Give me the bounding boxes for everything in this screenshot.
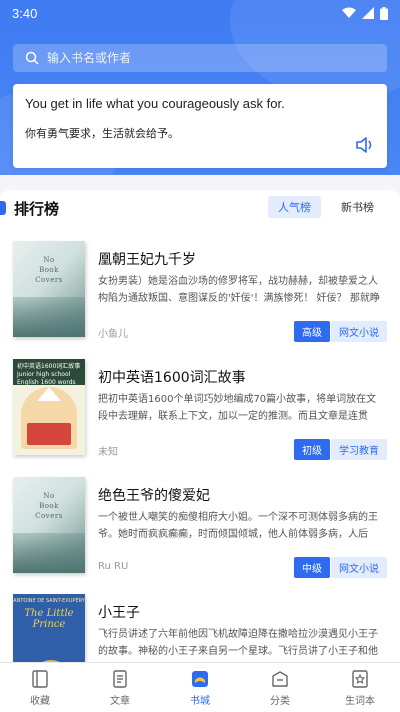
book-author: Ru RU <box>98 561 129 572</box>
signal-icon <box>362 7 374 19</box>
book-cover: No Book Covers <box>13 477 85 573</box>
book-title: 初中英语1600词汇故事 <box>98 370 246 386</box>
book-cover: ANTOINE DE SAINT-EXUPÉRY The Little Prin… <box>13 594 85 662</box>
cover-text: No Book Covers <box>35 256 63 284</box>
book-cover: 初中英语1600词汇故事 Junior high school English 1… <box>13 359 85 455</box>
book-description: 把初中英语1600个单词巧妙地编成70篇小故事，将单词放在文段中去理解，联系上下… <box>98 394 377 422</box>
search-icon <box>25 51 39 65</box>
vocabulary-icon <box>352 670 368 688</box>
level-badge: 中级 <box>294 557 330 578</box>
search-bar[interactable] <box>13 44 387 72</box>
book-author: 小鱼儿 <box>98 329 128 340</box>
level-badge: 初级 <box>294 439 330 460</box>
tab-vocabulary[interactable]: 生词本 <box>320 663 400 712</box>
book-item[interactable]: No Book Covers 绝色王爷的傻爱妃 一个被世人嘲笑的痴傻相府大小姐。一个… <box>0 477 400 587</box>
status-time: 3:40 <box>12 5 38 21</box>
bottom-tab-bar: 收藏 文章 书城 分类 生词本 <box>0 662 400 712</box>
wifi-icon <box>342 7 356 18</box>
tab-new-books[interactable]: 新书榜 <box>331 196 384 218</box>
book-author: 未知 <box>98 447 118 458</box>
book-description: 一个被世人嘲笑的痴傻相府大小姐。一个深不可测体弱多病的王爷。她时而疯疯癫癫，时而… <box>98 512 378 540</box>
category-icon <box>272 671 288 687</box>
tab-favorites[interactable]: 收藏 <box>0 663 80 712</box>
category-badge: 学习教育 <box>331 439 387 460</box>
speaker-icon[interactable] <box>355 136 375 154</box>
book-cover: No Book Covers <box>13 241 85 337</box>
tab-bookstore[interactable]: 书城 <box>160 663 240 712</box>
level-badge: 高级 <box>294 321 330 342</box>
category-badge: 网文小说 <box>331 557 387 578</box>
ranking-accent-bar <box>0 201 6 215</box>
battery-icon <box>380 6 388 20</box>
tab-label: 分类 <box>270 696 290 707</box>
book-item[interactable]: ANTOINE DE SAINT-EXUPÉRY The Little Prin… <box>0 594 400 662</box>
ranking-section: 排行榜 人气榜 新书榜 No Book Covers 凰朝王妃九千岁 女扮男装）她是… <box>0 190 400 662</box>
cover-title: The Little Prince <box>24 608 74 630</box>
tab-label: 生词本 <box>345 696 375 707</box>
book-title: 小王子 <box>98 605 140 621</box>
search-input[interactable] <box>47 51 347 65</box>
cover-text: No Book Covers <box>35 492 63 520</box>
book-item[interactable]: No Book Covers 凰朝王妃九千岁 女扮男装）她是浴血沙场的修罗将军，战功… <box>0 241 400 351</box>
ranking-title: 排行榜 <box>14 199 60 218</box>
tab-popular[interactable]: 人气榜 <box>268 196 321 218</box>
cover-author: ANTOINE DE SAINT-EXUPÉRY <box>13 598 85 604</box>
ranking-tabs: 人气榜 新书榜 <box>268 196 384 218</box>
tab-label: 书城 <box>190 696 210 707</box>
category-badge: 网文小说 <box>331 321 387 342</box>
tab-category[interactable]: 分类 <box>240 663 320 712</box>
book-item[interactable]: 初中英语1600词汇故事 Junior high school English 1… <box>0 359 400 469</box>
bookmark-book-icon <box>32 670 48 688</box>
tab-articles[interactable]: 文章 <box>80 663 160 712</box>
cover-text: 初中英语1600词汇故事 Junior high school English 1… <box>13 359 85 386</box>
book-title: 绝色王爷的傻爱妃 <box>98 488 210 504</box>
quote-chinese: 你有勇气要求，生活就会给予。 <box>25 127 179 140</box>
book-title: 凰朝王妃九千岁 <box>98 252 196 268</box>
book-description: 女扮男装）她是浴血沙场的修罗将军，战功赫赫，却被挚爱之人构陷为通敌叛国、意图谋反… <box>98 276 380 304</box>
book-description: 飞行员讲述了六年前他因飞机故障迫降在撒哈拉沙漠遇见小王子的故事。神秘的小王子来自… <box>98 629 378 657</box>
tab-label: 文章 <box>110 696 130 707</box>
tab-label: 收藏 <box>30 696 50 707</box>
bookstore-icon <box>192 671 208 687</box>
status-bar: 3:40 <box>0 0 400 26</box>
quote-english: You get in life what you courageously as… <box>25 96 285 111</box>
article-icon <box>113 670 127 688</box>
daily-quote-card: You get in life what you courageously as… <box>13 84 387 168</box>
